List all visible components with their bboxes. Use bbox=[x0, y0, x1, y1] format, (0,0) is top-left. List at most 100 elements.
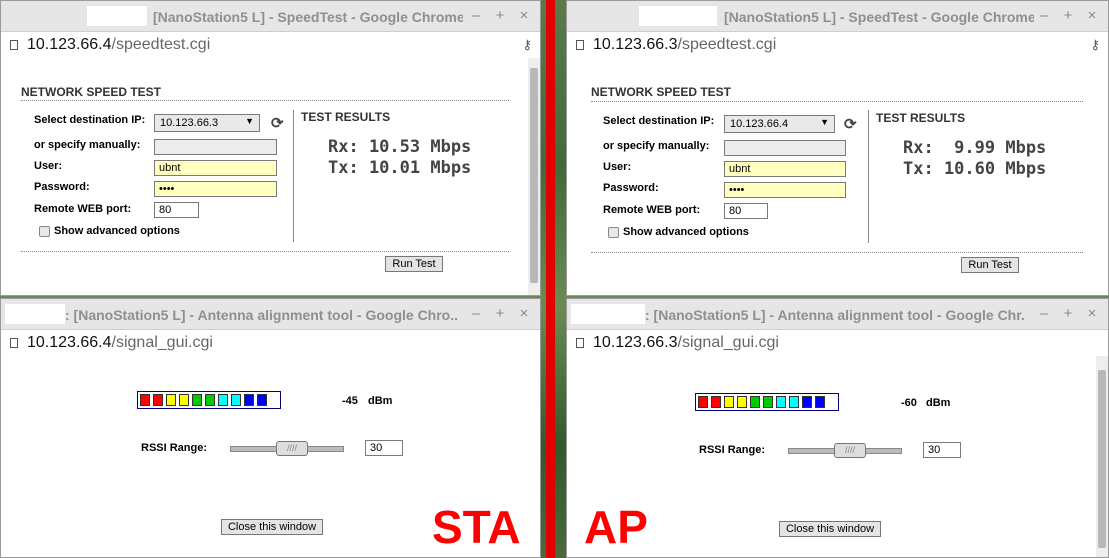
url-path: /speedtest.cgi bbox=[677, 36, 777, 53]
rssi-slider-thumb[interactable]: //// bbox=[834, 443, 866, 458]
rssi-input[interactable]: 30 bbox=[365, 440, 403, 456]
minimize-button[interactable]: – bbox=[469, 7, 483, 24]
user-label: User: bbox=[603, 161, 632, 173]
signal-meter bbox=[137, 391, 281, 409]
meter-segment bbox=[698, 396, 708, 408]
window-title: : [NanoStation5 L] - Antenna alignment t… bbox=[65, 307, 457, 323]
address-bar[interactable]: 10.123.66.3/signal_gui.cgi bbox=[567, 330, 1108, 357]
minimize-button[interactable]: – bbox=[469, 305, 483, 322]
run-test-button[interactable]: Run Test bbox=[961, 257, 1019, 273]
password-input[interactable]: •••• bbox=[724, 182, 846, 198]
url-text[interactable]: 10.123.66.4/speedtest.cgi bbox=[27, 36, 210, 54]
heading-rule bbox=[591, 101, 1083, 102]
rx-result: Rx: 9.99 Mbps bbox=[903, 138, 1047, 158]
maximize-button[interactable]: + bbox=[1061, 305, 1075, 322]
page-icon bbox=[576, 40, 584, 50]
close-button[interactable]: × bbox=[1085, 305, 1099, 322]
meter-segment bbox=[179, 394, 189, 406]
signal-value: -45 bbox=[342, 395, 358, 407]
rssi-slider-thumb[interactable]: //// bbox=[276, 441, 308, 456]
meter-segment bbox=[140, 394, 150, 406]
url-host: 10.123.66.3 bbox=[593, 334, 678, 351]
sta-speedtest-window: [NanoStation5 L] - SpeedTest - Google Ch… bbox=[0, 0, 541, 296]
scrollbar[interactable] bbox=[528, 58, 540, 295]
manual-ip-input[interactable] bbox=[154, 139, 277, 155]
chevron-down-icon: ▼ bbox=[245, 116, 254, 126]
redacted-block bbox=[87, 6, 147, 26]
close-window-button[interactable]: Close this window bbox=[779, 521, 881, 537]
url-text[interactable]: 10.123.66.3/speedtest.cgi bbox=[593, 36, 776, 54]
titlebar[interactable]: [NanoStation5 L] - SpeedTest - Google Ch… bbox=[1, 1, 540, 32]
redacted-block bbox=[571, 304, 645, 324]
manual-ip-input[interactable] bbox=[724, 140, 846, 156]
redacted-block bbox=[639, 6, 717, 26]
meter-segment bbox=[192, 394, 202, 406]
minimize-button[interactable]: – bbox=[1037, 7, 1051, 24]
meter-segment bbox=[257, 394, 267, 406]
key-icon[interactable]: ⚷ bbox=[1090, 37, 1100, 53]
maximize-button[interactable]: + bbox=[1061, 7, 1075, 24]
dest-ip-select[interactable]: 10.123.66.4 ▼ bbox=[724, 115, 835, 133]
window-title: : [NanoStation5 L] - Antenna alignment t… bbox=[645, 307, 1025, 323]
ap-label: AP bbox=[584, 501, 648, 553]
key-icon[interactable]: ⚷ bbox=[522, 37, 532, 53]
page-heading: NETWORK SPEED TEST bbox=[591, 85, 732, 99]
refresh-icon[interactable]: ⟳ bbox=[844, 115, 857, 133]
scrollbar[interactable] bbox=[1096, 356, 1108, 557]
password-input[interactable]: •••• bbox=[154, 181, 277, 197]
port-label: Remote WEB port: bbox=[34, 203, 132, 215]
advanced-checkbox[interactable] bbox=[608, 227, 619, 238]
port-label: Remote WEB port: bbox=[603, 204, 701, 216]
url-text[interactable]: 10.123.66.3/signal_gui.cgi bbox=[593, 334, 779, 352]
url-text[interactable]: 10.123.66.4/signal_gui.cgi bbox=[27, 334, 213, 352]
maximize-button[interactable]: + bbox=[493, 305, 507, 322]
scrollbar-thumb[interactable] bbox=[1098, 370, 1106, 548]
close-window-button[interactable]: Close this window bbox=[221, 519, 323, 535]
url-host: 10.123.66.4 bbox=[27, 334, 112, 351]
url-host: 10.123.66.3 bbox=[593, 36, 678, 53]
meter-segment bbox=[763, 396, 773, 408]
page-content: NETWORK SPEED TEST Select destination IP… bbox=[567, 58, 1108, 295]
page-icon bbox=[576, 338, 584, 348]
scrollbar-thumb[interactable] bbox=[530, 68, 538, 283]
window-title: [NanoStation5 L] - SpeedTest - Google Ch… bbox=[153, 9, 463, 25]
column-divider bbox=[293, 110, 294, 242]
advanced-checkbox[interactable] bbox=[39, 226, 50, 237]
dest-ip-label: Select destination IP: bbox=[34, 114, 146, 126]
titlebar[interactable]: : [NanoStation5 L] - Antenna alignment t… bbox=[1, 299, 540, 330]
advanced-label[interactable]: Show advanced options bbox=[54, 225, 180, 237]
rssi-label: RSSI Range: bbox=[699, 444, 766, 456]
address-bar[interactable]: 10.123.66.3/speedtest.cgi ⚷ bbox=[567, 32, 1108, 59]
address-bar[interactable]: 10.123.66.4/signal_gui.cgi bbox=[1, 330, 540, 357]
signal-unit: dBm bbox=[926, 397, 951, 409]
port-input[interactable]: 80 bbox=[154, 202, 199, 218]
dest-ip-select[interactable]: 10.123.66.3 ▼ bbox=[154, 114, 260, 132]
redacted-block bbox=[5, 304, 65, 324]
refresh-icon[interactable]: ⟳ bbox=[271, 114, 284, 132]
sta-label: STA bbox=[432, 501, 521, 553]
run-test-button[interactable]: Run Test bbox=[385, 256, 443, 272]
user-input[interactable]: ubnt bbox=[724, 161, 846, 177]
close-button[interactable]: × bbox=[1085, 7, 1099, 24]
meter-segment bbox=[789, 396, 799, 408]
titlebar[interactable]: [NanoStation5 L] - SpeedTest - Google Ch… bbox=[567, 1, 1108, 32]
maximize-button[interactable]: + bbox=[493, 7, 507, 24]
rssi-input[interactable]: 30 bbox=[923, 442, 961, 458]
meter-segment bbox=[244, 394, 254, 406]
close-button[interactable]: × bbox=[517, 305, 531, 322]
advanced-label[interactable]: Show advanced options bbox=[623, 226, 749, 238]
chevron-down-icon: ▼ bbox=[820, 117, 829, 127]
url-host: 10.123.66.4 bbox=[27, 36, 112, 53]
port-input[interactable]: 80 bbox=[724, 203, 768, 219]
close-button[interactable]: × bbox=[517, 7, 531, 24]
meter-segment bbox=[802, 396, 812, 408]
meter-segment bbox=[711, 396, 721, 408]
results-title: TEST RESULTS bbox=[876, 111, 966, 125]
address-bar[interactable]: 10.123.66.4/speedtest.cgi ⚷ bbox=[1, 32, 540, 59]
meter-segment bbox=[737, 396, 747, 408]
minimize-button[interactable]: – bbox=[1037, 305, 1051, 322]
user-input[interactable]: ubnt bbox=[154, 160, 277, 176]
tx-result: Tx: 10.01 Mbps bbox=[328, 158, 472, 178]
titlebar[interactable]: : [NanoStation5 L] - Antenna alignment t… bbox=[567, 299, 1108, 330]
url-path: /speedtest.cgi bbox=[111, 36, 211, 53]
